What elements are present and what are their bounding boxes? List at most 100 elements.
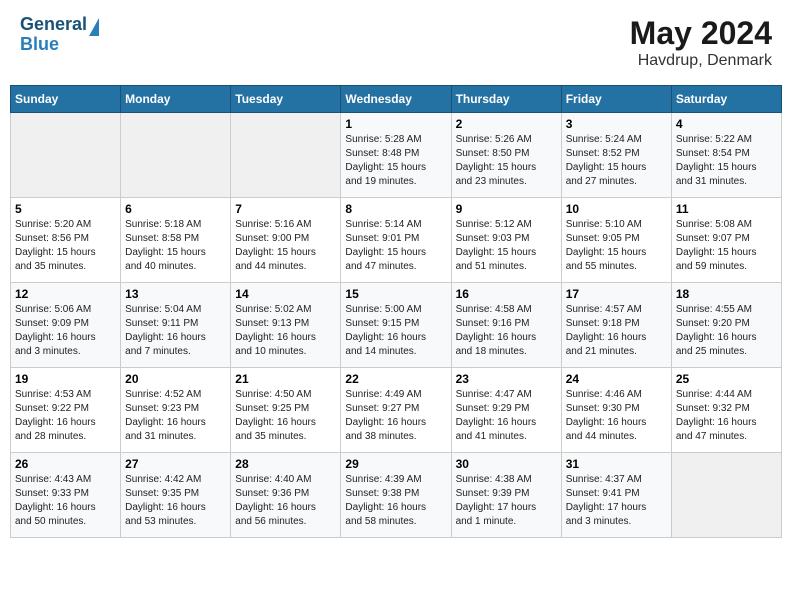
day-info: Sunrise: 5:12 AM Sunset: 9:03 PM Dayligh… [456,218,557,274]
weekday-header-monday: Monday [121,86,231,113]
day-number: 25 [676,372,777,386]
weekday-header-wednesday: Wednesday [341,86,451,113]
day-number: 7 [235,202,336,216]
week-row-5: 26 Sunrise: 4:43 AM Sunset: 9:33 PM Dayli… [11,453,782,538]
calendar-cell: 15 Sunrise: 5:00 AM Sunset: 9:15 PM Dayli… [341,283,451,368]
calendar-cell [11,113,121,198]
day-info: Sunrise: 4:47 AM Sunset: 9:29 PM Dayligh… [456,388,557,444]
calendar-cell: 10 Sunrise: 5:10 AM Sunset: 9:05 PM Dayli… [561,198,671,283]
day-number: 11 [676,202,777,216]
day-number: 19 [15,372,116,386]
calendar-table: SundayMondayTuesdayWednesdayThursdayFrid… [10,85,782,538]
day-number: 12 [15,287,116,301]
calendar-cell: 22Sunrise: 4:49 AM Sunset: 9:27 PM Dayli… [341,368,451,453]
day-number: 18 [676,287,777,301]
week-row-3: 12 Sunrise: 5:06 AM Sunset: 9:09 PM Dayli… [11,283,782,368]
day-number: 13 [125,287,226,301]
day-info: Sunrise: 4:37 AM Sunset: 9:41 PM Dayligh… [566,473,667,529]
calendar-cell: 7Sunrise: 5:16 AM Sunset: 9:00 PM Daylig… [231,198,341,283]
calendar-cell: 25 Sunrise: 4:44 AM Sunset: 9:32 PM Dayli… [671,368,781,453]
calendar-cell: 6 Sunrise: 5:18 AM Sunset: 8:58 PM Daylig… [121,198,231,283]
calendar-cell: 19 Sunrise: 4:53 AM Sunset: 9:22 PM Dayli… [11,368,121,453]
day-number: 10 [566,202,667,216]
day-info: Sunrise: 4:42 AM Sunset: 9:35 PM Dayligh… [125,473,226,529]
day-info: Sunrise: 5:26 AM Sunset: 8:50 PM Dayligh… [456,133,557,189]
day-number: 26 [15,457,116,471]
day-info: Sunrise: 4:53 AM Sunset: 9:22 PM Dayligh… [15,388,116,444]
day-info: Sunrise: 5:02 AM Sunset: 9:13 PM Dayligh… [235,303,336,359]
day-info: Sunrise: 4:40 AM Sunset: 9:36 PM Dayligh… [235,473,336,529]
calendar-cell: 3 Sunrise: 5:24 AM Sunset: 8:52 PM Daylig… [561,113,671,198]
logo-text-line1: General [20,15,87,35]
calendar-cell [671,453,781,538]
day-number: 1 [345,117,446,131]
calendar-cell: 5Sunrise: 5:20 AM Sunset: 8:56 PM Daylig… [11,198,121,283]
day-info: Sunrise: 4:55 AM Sunset: 9:20 PM Dayligh… [676,303,777,359]
calendar-cell: 26 Sunrise: 4:43 AM Sunset: 9:33 PM Dayli… [11,453,121,538]
calendar-cell: 30Sunrise: 4:38 AM Sunset: 9:39 PM Dayli… [451,453,561,538]
day-number: 17 [566,287,667,301]
calendar-cell: 29 Sunrise: 4:39 AM Sunset: 9:38 PM Dayli… [341,453,451,538]
day-number: 20 [125,372,226,386]
calendar-cell: 28 Sunrise: 4:40 AM Sunset: 9:36 PM Dayli… [231,453,341,538]
day-info: Sunrise: 4:43 AM Sunset: 9:33 PM Dayligh… [15,473,116,529]
calendar-cell: 2 Sunrise: 5:26 AM Sunset: 8:50 PM Daylig… [451,113,561,198]
calendar-cell: 21 Sunrise: 4:50 AM Sunset: 9:25 PM Dayli… [231,368,341,453]
calendar-cell: 9 Sunrise: 5:12 AM Sunset: 9:03 PM Daylig… [451,198,561,283]
calendar-cell: 17 Sunrise: 4:57 AM Sunset: 9:18 PM Dayli… [561,283,671,368]
day-number: 2 [456,117,557,131]
calendar-cell: 18 Sunrise: 4:55 AM Sunset: 9:20 PM Dayli… [671,283,781,368]
day-number: 8 [345,202,446,216]
week-row-2: 5Sunrise: 5:20 AM Sunset: 8:56 PM Daylig… [11,198,782,283]
day-info: Sunrise: 4:39 AM Sunset: 9:38 PM Dayligh… [345,473,446,529]
day-number: 9 [456,202,557,216]
calendar-cell: 16Sunrise: 4:58 AM Sunset: 9:16 PM Dayli… [451,283,561,368]
weekday-header-sunday: Sunday [11,86,121,113]
day-info: Sunrise: 5:00 AM Sunset: 9:15 PM Dayligh… [345,303,446,359]
day-info: Sunrise: 4:46 AM Sunset: 9:30 PM Dayligh… [566,388,667,444]
day-info: Sunrise: 4:58 AM Sunset: 9:16 PM Dayligh… [456,303,557,359]
day-info: Sunrise: 5:24 AM Sunset: 8:52 PM Dayligh… [566,133,667,189]
day-number: 3 [566,117,667,131]
day-info: Sunrise: 5:28 AM Sunset: 8:48 PM Dayligh… [345,133,446,189]
day-number: 15 [345,287,446,301]
calendar-cell: 23 Sunrise: 4:47 AM Sunset: 9:29 PM Dayli… [451,368,561,453]
title-block: May 2024 Havdrup, Denmark [630,15,772,70]
calendar-cell [231,113,341,198]
day-info: Sunrise: 4:44 AM Sunset: 9:32 PM Dayligh… [676,388,777,444]
day-info: Sunrise: 5:10 AM Sunset: 9:05 PM Dayligh… [566,218,667,274]
day-number: 29 [345,457,446,471]
day-info: Sunrise: 4:57 AM Sunset: 9:18 PM Dayligh… [566,303,667,359]
calendar-cell: 27 Sunrise: 4:42 AM Sunset: 9:35 PM Dayli… [121,453,231,538]
calendar-cell: 31 Sunrise: 4:37 AM Sunset: 9:41 PM Dayli… [561,453,671,538]
logo-text-line2: Blue [20,35,59,55]
day-number: 30 [456,457,557,471]
calendar-cell: 1 Sunrise: 5:28 AM Sunset: 8:48 PM Daylig… [341,113,451,198]
day-number: 4 [676,117,777,131]
day-info: Sunrise: 5:08 AM Sunset: 9:07 PM Dayligh… [676,218,777,274]
day-info: Sunrise: 5:06 AM Sunset: 9:09 PM Dayligh… [15,303,116,359]
calendar-cell: 24 Sunrise: 4:46 AM Sunset: 9:30 PM Dayli… [561,368,671,453]
weekday-header-friday: Friday [561,86,671,113]
day-info: Sunrise: 5:04 AM Sunset: 9:11 PM Dayligh… [125,303,226,359]
day-info: Sunrise: 4:52 AM Sunset: 9:23 PM Dayligh… [125,388,226,444]
calendar-cell: 13 Sunrise: 5:04 AM Sunset: 9:11 PM Dayli… [121,283,231,368]
weekday-header-thursday: Thursday [451,86,561,113]
day-number: 6 [125,202,226,216]
logo: General Blue [20,15,99,55]
location: Havdrup, Denmark [630,52,772,70]
day-info: Sunrise: 5:18 AM Sunset: 8:58 PM Dayligh… [125,218,226,274]
day-number: 27 [125,457,226,471]
logo-arrow-icon [89,18,99,36]
calendar-cell: 14Sunrise: 5:02 AM Sunset: 9:13 PM Dayli… [231,283,341,368]
day-number: 23 [456,372,557,386]
day-number: 21 [235,372,336,386]
day-number: 28 [235,457,336,471]
calendar-cell [121,113,231,198]
day-number: 24 [566,372,667,386]
calendar-cell: 4Sunrise: 5:22 AM Sunset: 8:54 PM Daylig… [671,113,781,198]
day-number: 5 [15,202,116,216]
day-info: Sunrise: 4:50 AM Sunset: 9:25 PM Dayligh… [235,388,336,444]
day-number: 31 [566,457,667,471]
weekday-header-tuesday: Tuesday [231,86,341,113]
